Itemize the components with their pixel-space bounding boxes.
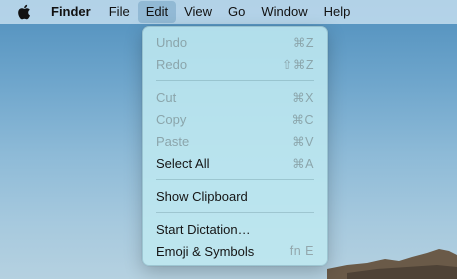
menu-item-cut[interactable]: Cut ⌘X bbox=[148, 86, 322, 108]
menu-go[interactable]: Go bbox=[220, 1, 253, 23]
menu-edit[interactable]: Edit bbox=[137, 1, 177, 23]
menu-item-label: Undo bbox=[156, 34, 188, 50]
menu-help[interactable]: Help bbox=[316, 1, 359, 23]
menu-separator bbox=[156, 80, 314, 81]
menu-item-label: Cut bbox=[156, 89, 177, 105]
shortcut-label: ⌘V bbox=[292, 134, 314, 149]
menu-window[interactable]: Window bbox=[253, 1, 315, 23]
mountain-silhouette bbox=[327, 249, 457, 279]
menu-bar: Finder File Edit View Go Window Help bbox=[0, 0, 457, 24]
menu-item-label: Paste bbox=[156, 133, 190, 149]
menu-item-start-dictation[interactable]: Start Dictation… bbox=[148, 218, 322, 240]
menu-item-emoji-symbols[interactable]: Emoji & Symbols fn E bbox=[148, 240, 322, 262]
menu-file[interactable]: File bbox=[101, 1, 138, 23]
menu-item-label: Start Dictation… bbox=[156, 221, 251, 237]
menu-view[interactable]: View bbox=[176, 1, 220, 23]
shortcut-label: ⌘Z bbox=[292, 35, 314, 50]
menu-separator bbox=[156, 212, 314, 213]
shortcut-label: ⌘C bbox=[291, 112, 314, 127]
menu-separator bbox=[156, 179, 314, 180]
edit-menu-dropdown: Undo ⌘Z Redo ⇧⌘Z Cut ⌘X Copy ⌘C Paste ⌘V… bbox=[142, 26, 328, 266]
menu-item-show-clipboard[interactable]: Show Clipboard bbox=[148, 185, 322, 207]
menu-item-label: Show Clipboard bbox=[156, 188, 248, 204]
menu-item-label: Redo bbox=[156, 56, 188, 72]
menu-item-undo[interactable]: Undo ⌘Z bbox=[148, 31, 322, 53]
shortcut-label: ⇧⌘Z bbox=[281, 57, 314, 72]
shortcut-label: ⌘A bbox=[292, 156, 314, 171]
menu-item-label: Emoji & Symbols bbox=[156, 243, 255, 259]
menu-item-paste[interactable]: Paste ⌘V bbox=[148, 130, 322, 152]
menu-item-label: Copy bbox=[156, 111, 187, 127]
apple-logo-icon[interactable] bbox=[13, 0, 35, 24]
shortcut-label: fn E bbox=[289, 244, 314, 258]
menu-item-copy[interactable]: Copy ⌘C bbox=[148, 108, 322, 130]
shortcut-label: ⌘X bbox=[292, 90, 314, 105]
menu-app-finder[interactable]: Finder bbox=[51, 1, 101, 23]
menu-item-select-all[interactable]: Select All ⌘A bbox=[148, 152, 322, 174]
menu-item-label: Select All bbox=[156, 155, 210, 171]
menu-item-redo[interactable]: Redo ⇧⌘Z bbox=[148, 53, 322, 75]
